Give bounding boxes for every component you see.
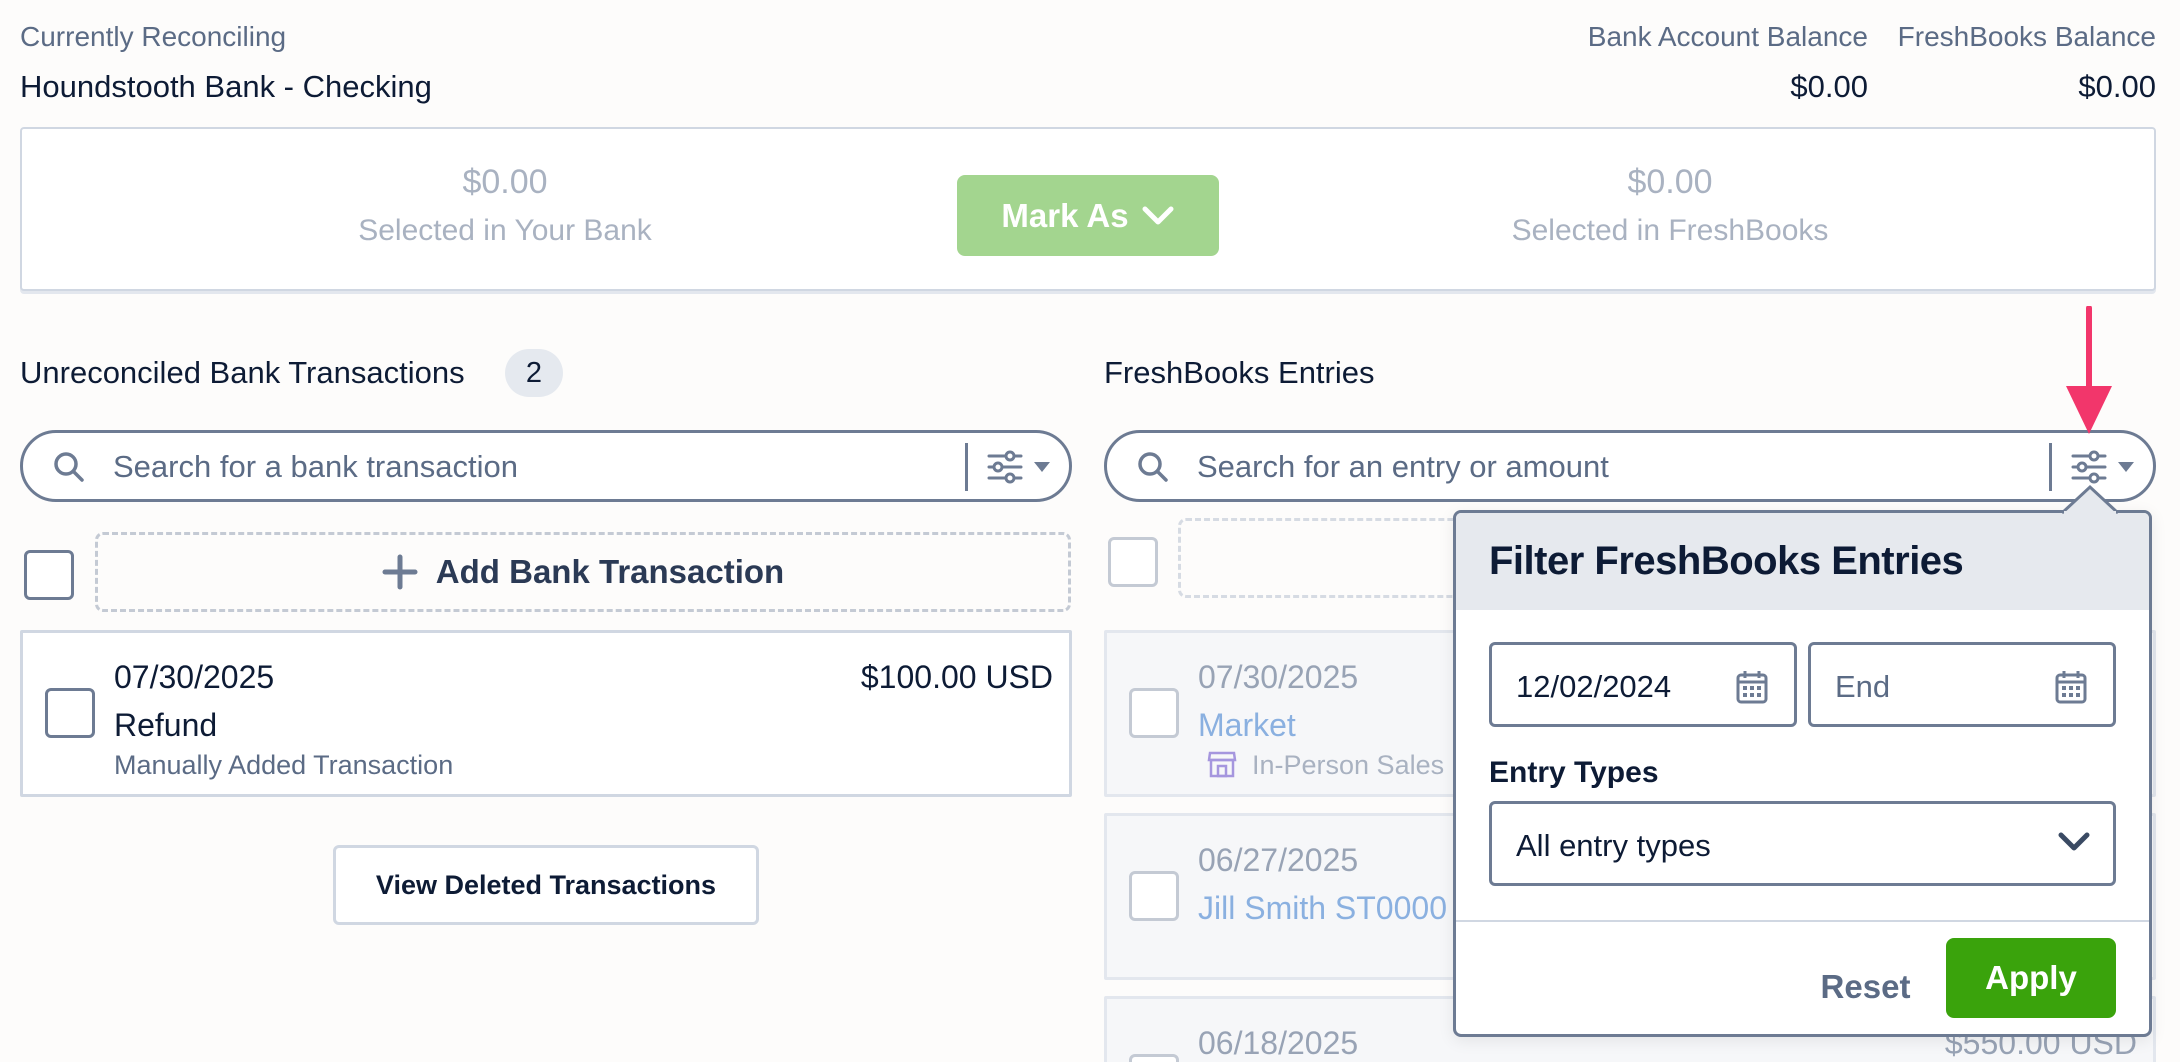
arrow-annotation [2066, 306, 2112, 434]
view-deleted-transactions-button[interactable]: View Deleted Transactions [333, 845, 759, 925]
filter-sliders-icon[interactable] [985, 449, 1025, 485]
transaction-description: Refund [114, 707, 218, 743]
chevron-down-icon [1142, 206, 1174, 224]
apply-button[interactable]: Apply [1946, 938, 2116, 1018]
freshbooks-selected-label: Selected in FreshBooks [1511, 214, 1829, 247]
reconciliation-page: Currently Reconciling Houndstooth Bank -… [0, 0, 2180, 1062]
search-divider [965, 443, 968, 491]
add-bank-transaction-button[interactable]: Add Bank Transaction [95, 532, 1071, 612]
select-all-freshbooks-checkbox[interactable] [1108, 537, 1158, 587]
entry-types-label: Entry Types [1489, 756, 1659, 789]
popover-pointer [2060, 484, 2120, 514]
bank-transactions-title: Unreconciled Bank Transactions [20, 355, 465, 390]
freshbooks-balance-value: $0.00 [2078, 69, 2156, 104]
search-icon [54, 452, 84, 482]
mark-as-label: Mark As [1001, 196, 1129, 234]
bank-transactions-count-badge: 2 [505, 349, 563, 397]
chevron-down-icon [2058, 832, 2090, 851]
freshbooks-selected-amount: $0.00 [1627, 163, 1713, 201]
start-date-field[interactable]: 12/02/2024 [1489, 642, 1797, 727]
entry-date: 06/27/2025 [1198, 842, 1359, 878]
entry-checkbox[interactable] [1129, 1054, 1179, 1062]
bank-search-bar[interactable]: Search for a bank transaction [20, 430, 1072, 502]
end-date-placeholder: End [1835, 669, 1891, 704]
add-freshbooks-entry-button[interactable] [1178, 518, 1478, 598]
transaction-amount: $100.00 USD [860, 659, 1053, 695]
reset-button[interactable]: Reset [1798, 955, 1933, 1019]
calendar-icon[interactable] [2055, 670, 2087, 704]
bank-selected-label: Selected in Your Bank [358, 214, 652, 247]
store-icon [1207, 751, 1237, 778]
entry-checkbox[interactable] [1129, 688, 1179, 738]
freshbooks-entries-title: FreshBooks Entries [1104, 355, 1375, 390]
entry-types-value: All entry types [1516, 828, 1711, 863]
entry-types-select[interactable]: All entry types [1489, 801, 2116, 886]
entry-name-link[interactable]: Jill Smith ST0000 [1198, 890, 1447, 927]
freshbooks-search-bar[interactable]: Search for an entry or amount [1104, 430, 2156, 502]
entry-date: 07/30/2025 [1198, 659, 1359, 695]
bank-selected-amount: $0.00 [462, 163, 548, 201]
bank-transaction-row[interactable]: 07/30/2025 $100.00 USD Refund Manually A… [20, 630, 1072, 797]
end-date-field[interactable]: End [1808, 642, 2116, 727]
bank-balance-value: $0.00 [1790, 69, 1868, 104]
bank-search-input[interactable]: Search for a bank transaction [113, 449, 518, 485]
entry-name-link[interactable]: Market [1198, 707, 1296, 744]
freshbooks-search-input[interactable]: Search for an entry or amount [1197, 449, 1609, 485]
transaction-source: Manually Added Transaction [114, 750, 454, 780]
filter-freshbooks-entries-popover: Filter FreshBooks Entries 12/02/2024 End… [1453, 510, 2152, 1037]
caret-down-icon[interactable] [2117, 461, 2135, 473]
freshbooks-balance-label: FreshBooks Balance [1897, 21, 2156, 52]
popover-divider [1456, 920, 2149, 922]
account-name: Houndstooth Bank - Checking [20, 69, 432, 104]
calendar-icon[interactable] [1736, 670, 1768, 704]
caret-down-icon[interactable] [1033, 461, 1051, 473]
plus-icon [382, 554, 418, 590]
popover-title: Filter FreshBooks Entries [1489, 539, 1964, 583]
search-icon [1138, 452, 1168, 482]
bank-transaction-checkbox[interactable] [45, 688, 95, 738]
add-bank-transaction-label: Add Bank Transaction [435, 553, 785, 590]
mark-as-button[interactable]: Mark As [957, 175, 1219, 256]
currently-reconciling-label: Currently Reconciling [20, 21, 287, 52]
filter-sliders-icon[interactable] [2069, 449, 2109, 485]
select-all-bank-checkbox[interactable] [24, 550, 74, 600]
transaction-date: 07/30/2025 [114, 659, 275, 695]
entry-checkbox[interactable] [1129, 871, 1179, 921]
entry-type: In-Person Sales [1252, 750, 1445, 780]
entry-date: 06/18/2025 [1198, 1025, 1359, 1061]
bank-balance-label: Bank Account Balance [1587, 21, 1868, 52]
start-date-value: 12/02/2024 [1516, 669, 1672, 704]
search-divider [2049, 443, 2052, 491]
